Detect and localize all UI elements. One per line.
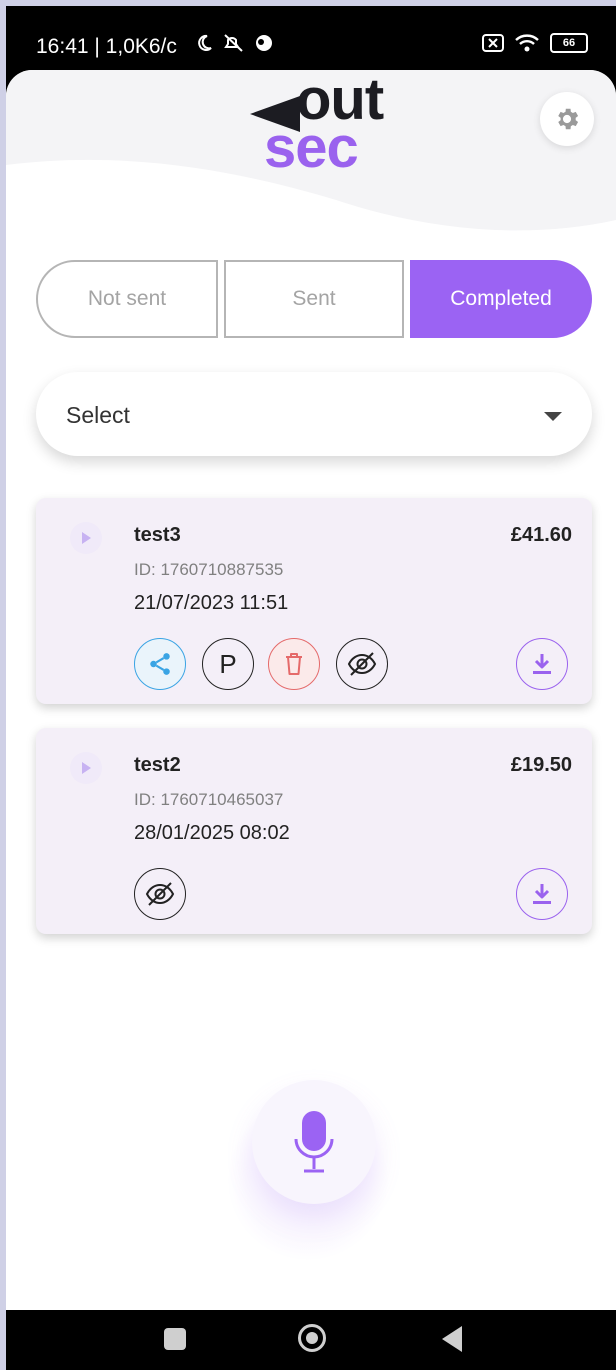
record-voice-button[interactable] (252, 1080, 376, 1204)
record-price: £41.60 (510, 524, 572, 546)
record-card[interactable]: test3 £41.60 ID: 1760710887535 21/07/202… (36, 498, 592, 704)
status-icons (194, 33, 274, 53)
system-nav-bar (6, 1310, 616, 1370)
logo-text-sec: sec (264, 115, 359, 180)
play-icon (81, 762, 91, 774)
microphone-icon (294, 1111, 334, 1173)
record-name: test2 (134, 754, 181, 776)
record-date: 21/07/2023 11:51 (134, 592, 289, 614)
eye-off-icon (347, 652, 377, 676)
moon-icon (198, 34, 212, 51)
play-icon (81, 532, 91, 544)
eye-off-icon (145, 882, 175, 906)
download-button[interactable] (516, 638, 568, 690)
gear-icon (558, 108, 579, 130)
filter-select-value: Select (66, 402, 130, 428)
tab-completed[interactable]: Completed (410, 260, 592, 338)
download-icon (533, 884, 551, 904)
app-surface: out sec Not sent Sent Completed Select t… (6, 70, 616, 1310)
recents-button[interactable] (164, 1328, 186, 1350)
tab-sent[interactable]: Sent (224, 260, 404, 338)
sim-icon (482, 34, 504, 52)
record-date: 28/01/2025 08:02 (134, 822, 290, 844)
share-button[interactable] (134, 638, 186, 690)
hide-button[interactable] (336, 638, 388, 690)
play-button[interactable] (70, 752, 102, 784)
battery-indicator: 66 (550, 33, 588, 53)
settings-button[interactable] (540, 92, 594, 146)
record-card[interactable]: test2 £19.50 ID: 1760710465037 28/01/202… (36, 728, 592, 934)
delete-button[interactable] (268, 638, 320, 690)
app-status-icon (256, 35, 272, 51)
chevron-down-icon (544, 412, 562, 421)
play-button[interactable] (70, 522, 102, 554)
back-button[interactable] (442, 1326, 462, 1352)
filter-select[interactable]: Select (36, 372, 592, 456)
tab-not-sent[interactable]: Not sent (36, 260, 218, 338)
record-name: test3 (134, 524, 181, 546)
record-id: ID: 1760710887535 (134, 560, 284, 579)
trash-icon (286, 653, 302, 675)
app-logo: out sec (246, 70, 386, 180)
record-price: £19.50 (510, 754, 572, 776)
status-tabs: Not sent Sent Completed (36, 260, 592, 342)
share-icon (150, 653, 170, 675)
home-button[interactable] (298, 1324, 326, 1352)
p-button[interactable]: P (202, 638, 254, 690)
hide-button[interactable] (134, 868, 186, 920)
download-button[interactable] (516, 868, 568, 920)
mute-icon (224, 34, 243, 52)
phone-screen: 16:41 | 1,0K6/c 66 out sec Not sent Sent… (6, 6, 616, 1370)
status-bar: 16:41 | 1,0K6/c 66 (6, 6, 616, 70)
status-time: 16:41 | 1,0K6/c (36, 35, 177, 58)
download-icon (533, 654, 551, 674)
wifi-icon (515, 34, 539, 52)
status-right: 66 (482, 33, 588, 53)
record-id: ID: 1760710465037 (134, 790, 284, 809)
